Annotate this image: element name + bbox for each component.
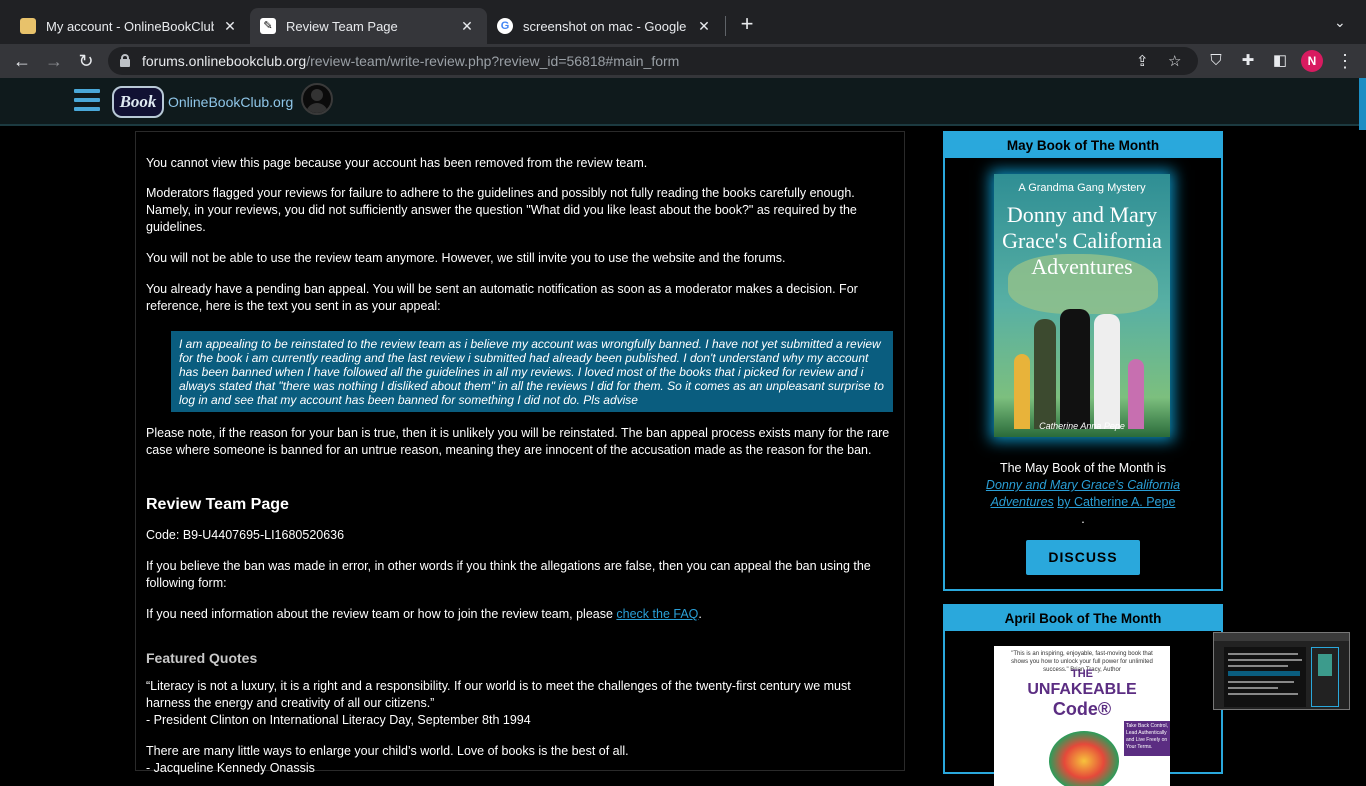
moderator-reason: Moderators flagged your reviews for fail…: [146, 186, 857, 234]
faq-link[interactable]: check the FAQ: [616, 607, 698, 621]
book-links: Donny and Mary Grace's California Advent…: [945, 477, 1221, 511]
page-heading: Review Team Page: [146, 496, 289, 513]
forward-arrow-icon[interactable]: →: [42, 49, 66, 73]
thumbnail-line: [1228, 681, 1294, 683]
browser-tab-bar: My account - OnlineBookClub.o ✕ ✎ Review…: [0, 0, 1366, 44]
tab-title: My account - OnlineBookClub.o: [46, 18, 214, 34]
character-figure: [1060, 309, 1090, 429]
removed-notice: You cannot view this page because your a…: [146, 156, 648, 170]
side-panel-icon[interactable]: ◧: [1268, 49, 1292, 73]
april-book-cover[interactable]: "This is an inspiring, enjoyable, fast-m…: [994, 646, 1170, 786]
quote-author: - President Clinton on International Lit…: [146, 713, 531, 727]
site-header: Book OnlineBookClub.org: [0, 78, 1366, 126]
shield-icon[interactable]: ⛉: [1204, 49, 1228, 73]
cover-title: Donny and Mary Grace's California Advent…: [1002, 202, 1162, 279]
cover-title: UNFAKEABLE: [1027, 681, 1137, 698]
faq-text: If you need information about the review…: [146, 607, 617, 621]
tab-separator: [725, 16, 726, 36]
panel-header: April Book of The Month: [945, 606, 1221, 631]
faq-paragraph: If you need information about the review…: [146, 606, 894, 623]
cover-title-the: THE: [1071, 668, 1093, 680]
browser-toolbar: ← → ↻ forums.onlinebookclub.org/review-t…: [0, 44, 1366, 78]
tab-title: screenshot on mac - Google S: [523, 18, 688, 34]
profile-avatar[interactable]: N: [1301, 50, 1323, 72]
featured-quotes-heading: Featured Quotes: [146, 650, 258, 666]
character-figure: [1014, 354, 1030, 429]
appeal-instructions: If you believe the ban was made in error…: [146, 559, 871, 590]
tab-my-account[interactable]: My account - OnlineBookClub.o ✕: [0, 8, 250, 44]
lock-icon: [120, 54, 130, 67]
caption-text: The May Book of the Month is: [999, 461, 1167, 475]
kebab-menu-icon[interactable]: ⋮: [1333, 49, 1357, 73]
chevron-down-icon[interactable]: ⌄: [1334, 14, 1346, 31]
cover-author: Catherine Anna Pepe: [1039, 421, 1125, 431]
ban-note: Please note, if the reason for your ban …: [146, 426, 890, 457]
review-team-notice: You will not be able to use the review t…: [146, 251, 786, 265]
tab-review-team-page[interactable]: ✎ Review Team Page ✕: [250, 8, 487, 44]
faq-suffix: .: [698, 607, 702, 621]
quote-text: “Literacy is not a luxury, it is a right…: [146, 679, 851, 710]
scrollbar-thumb[interactable]: [1359, 78, 1366, 130]
site-logo[interactable]: Book: [112, 86, 164, 118]
screenshot-thumbnail[interactable]: [1213, 632, 1350, 710]
character-figure: [1094, 314, 1120, 429]
address-bar[interactable]: forums.onlinebookclub.org/review-team/wr…: [108, 47, 1198, 75]
share-icon[interactable]: ⇪: [1136, 52, 1149, 70]
cover-illustration: [1049, 731, 1119, 786]
close-icon[interactable]: ✕: [459, 18, 475, 35]
may-book-cover[interactable]: A Grandma Gang Mystery Donny and Mary Gr…: [994, 174, 1170, 437]
new-tab-button[interactable]: +: [737, 12, 757, 36]
main-content: You cannot view this page because your a…: [135, 131, 905, 775]
google-icon: G: [497, 18, 513, 34]
close-icon[interactable]: ✕: [696, 18, 712, 35]
cover-subtitle: Code®: [1052, 699, 1112, 719]
cover-tagline: A Grandma Gang Mystery: [1018, 182, 1146, 194]
quill-icon: ✎: [260, 18, 276, 34]
star-icon[interactable]: ☆: [1168, 52, 1181, 70]
close-icon[interactable]: ✕: [222, 18, 238, 35]
user-avatar[interactable]: [301, 83, 333, 115]
book-caption: The May Book of the Month is Donny and M…: [945, 460, 1221, 528]
site-name-link[interactable]: OnlineBookClub.org: [168, 94, 293, 110]
pending-appeal-notice: You already have a pending ban appeal. Y…: [146, 282, 858, 313]
reload-icon[interactable]: ↻: [74, 49, 98, 73]
thumbnail-line: [1228, 687, 1278, 689]
quote-text: There are many little ways to enlarge yo…: [146, 744, 629, 758]
character-figure: [1128, 359, 1144, 429]
author-link[interactable]: by Catherine A. Pepe: [1057, 495, 1175, 509]
quote-author: - Jacqueline Kennedy Onassis: [146, 761, 315, 775]
thumbnail-content: [1224, 647, 1306, 707]
cover-side-text: Take Back Control, Lead Authentically an…: [1124, 721, 1170, 756]
character-figure: [1034, 319, 1056, 429]
caption-suffix: .: [1081, 512, 1085, 526]
tab-title: Review Team Page: [286, 18, 398, 34]
thumbnail-sidebar: [1311, 647, 1339, 707]
extensions-puzzle-icon[interactable]: ✚: [1236, 49, 1260, 73]
thumbnail-line: [1228, 659, 1302, 661]
thumbnail-line: [1228, 671, 1300, 676]
ban-code: Code: B9-U4407695-LI1680520636: [146, 528, 345, 542]
panel-header: May Book of The Month: [945, 133, 1221, 158]
hamburger-menu-icon[interactable]: [74, 89, 100, 111]
appeal-text-box: I am appealing to be reinstated to the r…: [171, 331, 893, 412]
thumbnail-line: [1228, 665, 1288, 667]
url-text[interactable]: forums.onlinebookclub.org/review-team/wr…: [142, 53, 679, 69]
thumbnail-toolbar: [1214, 633, 1349, 641]
may-book-of-month-panel: May Book of The Month A Grandma Gang Mys…: [943, 131, 1223, 591]
april-book-of-month-panel: April Book of The Month "This is an insp…: [943, 604, 1223, 786]
back-arrow-icon[interactable]: ←: [10, 49, 34, 73]
thumbnail-line: [1228, 653, 1298, 655]
thumbnail-line: [1228, 693, 1298, 695]
book-icon: [20, 18, 36, 34]
tab-google-search[interactable]: G screenshot on mac - Google S ✕: [487, 8, 724, 44]
discuss-button[interactable]: DISCUSS: [1026, 540, 1140, 575]
